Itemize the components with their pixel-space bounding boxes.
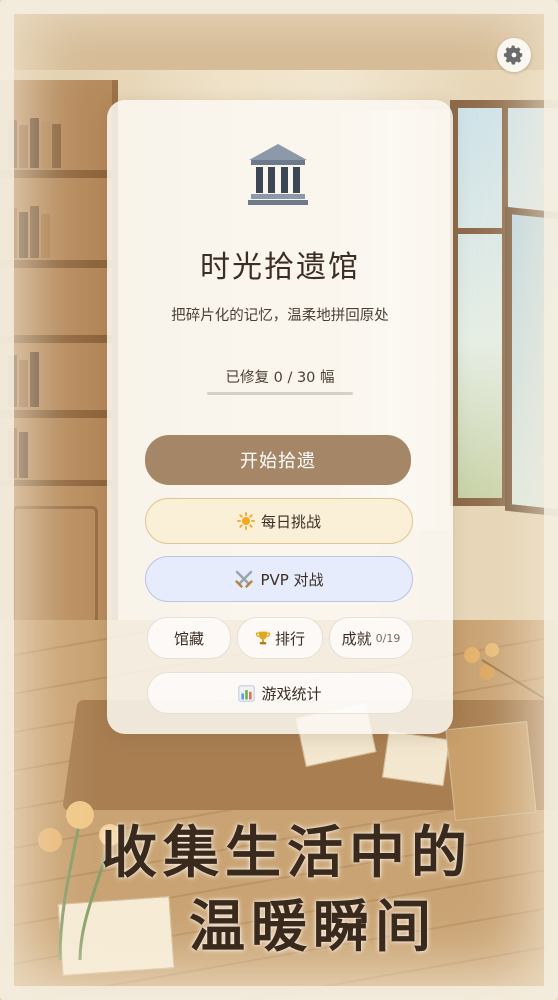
- app-title: 时光拾遗馆: [200, 250, 360, 285]
- pvp-button[interactable]: PVP 对战: [145, 556, 413, 602]
- sun-icon: [236, 512, 255, 530]
- repair-progress-label: 已修复 0 / 30 幅: [225, 370, 335, 386]
- start-button[interactable]: 开始拾遗: [145, 435, 411, 485]
- trophy-icon: [255, 630, 271, 646]
- achievements-button[interactable]: 成就 0/19: [329, 617, 413, 659]
- ranking-label: 排行: [274, 629, 305, 648]
- museum-icon: [248, 144, 308, 205]
- collection-label: 馆藏: [173, 629, 204, 648]
- crossed-swords-icon: [234, 569, 254, 589]
- daily-challenge-label: 每日挑战: [260, 512, 321, 531]
- achievements-count: 0/19: [375, 631, 401, 645]
- ranking-button[interactable]: 排行: [237, 617, 323, 659]
- slogan-line-1: 收集生活中的: [101, 820, 473, 886]
- slogan-line-2: 温暖瞬间: [189, 894, 437, 960]
- bar-chart-icon: [238, 684, 256, 702]
- app-subtitle: 把碎片化的记忆，温柔地拼回原处: [171, 308, 389, 324]
- gear-icon: [503, 45, 523, 65]
- achievements-label: 成就: [341, 629, 372, 648]
- settings-button[interactable]: [497, 38, 531, 72]
- stats-button[interactable]: 游戏统计: [147, 672, 413, 714]
- start-button-label: 开始拾遗: [240, 451, 316, 472]
- stats-label: 游戏统计: [261, 684, 322, 703]
- collection-button[interactable]: 馆藏: [147, 617, 231, 659]
- main-menu-card: 时光拾遗馆 把碎片化的记忆，温柔地拼回原处 已修复 0 / 30 幅 开始拾遗 …: [107, 100, 453, 734]
- repair-progress-bar: [207, 392, 353, 395]
- pvp-label: PVP 对战: [260, 570, 324, 589]
- daily-challenge-button[interactable]: 每日挑战: [145, 498, 413, 544]
